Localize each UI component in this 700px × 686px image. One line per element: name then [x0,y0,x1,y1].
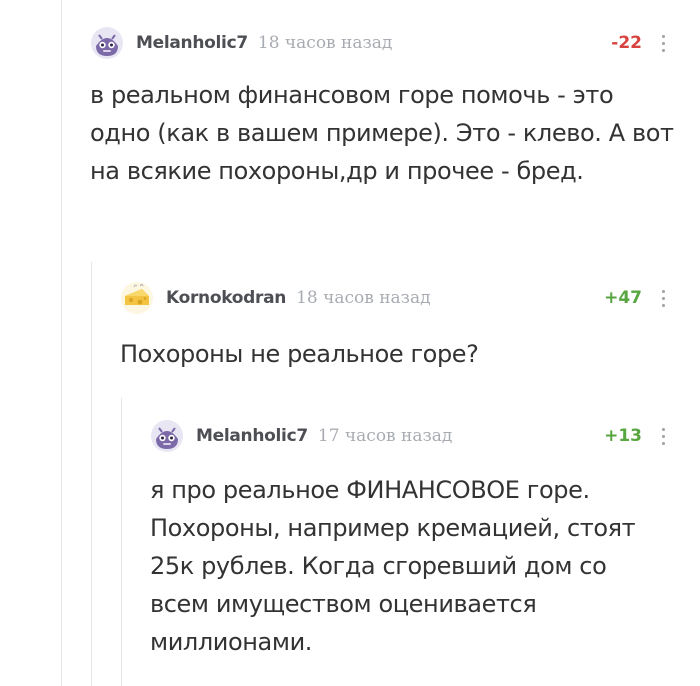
purple-robot-avatar-icon [91,27,123,59]
thread-line[interactable] [61,0,62,686]
thread-line[interactable] [121,398,122,686]
comment-time[interactable]: 18 часов назад [296,288,430,308]
author-name[interactable]: Melanholic7 [196,426,308,446]
avatar[interactable] [90,26,124,60]
comment: Kornokodran 18 часов назад +47 Похороны … [120,281,670,373]
author-name[interactable]: Melanholic7 [136,33,248,53]
comment-header: Melanholic7 17 часов назад +13 [150,419,670,453]
avatar[interactable] [150,419,184,453]
comment: Melanholic7 18 часов назад -22 в реально… [90,26,674,190]
comment-header: Kornokodran 18 часов назад +47 [120,281,670,315]
more-vertical-icon[interactable] [656,425,670,447]
avatar[interactable] [120,281,154,315]
comment-text: я про реальное ФИНАНСОВОЕ горе. Похороны… [150,476,636,656]
more-vertical-icon[interactable] [656,32,670,54]
comment-header: Melanholic7 18 часов назад -22 [90,26,670,60]
author-name[interactable]: Kornokodran [166,288,286,308]
cheese-avatar-icon [121,282,153,314]
thread-line[interactable] [91,262,92,686]
comment-rating: +47 [604,288,642,308]
comment-rating: +13 [604,426,642,446]
comment-time[interactable]: 18 часов назад [258,33,392,53]
more-vertical-icon[interactable] [656,287,670,309]
purple-robot-avatar-icon [151,420,183,452]
comment-rating: -22 [611,33,642,53]
comment-time[interactable]: 17 часов назад [318,426,452,446]
comment-text: в реальном финансовом горе помочь - это … [90,81,674,185]
comment-text: Похороны не реальное горе? [120,340,479,368]
comment: Melanholic7 17 часов назад +13 я про реа… [150,419,670,661]
